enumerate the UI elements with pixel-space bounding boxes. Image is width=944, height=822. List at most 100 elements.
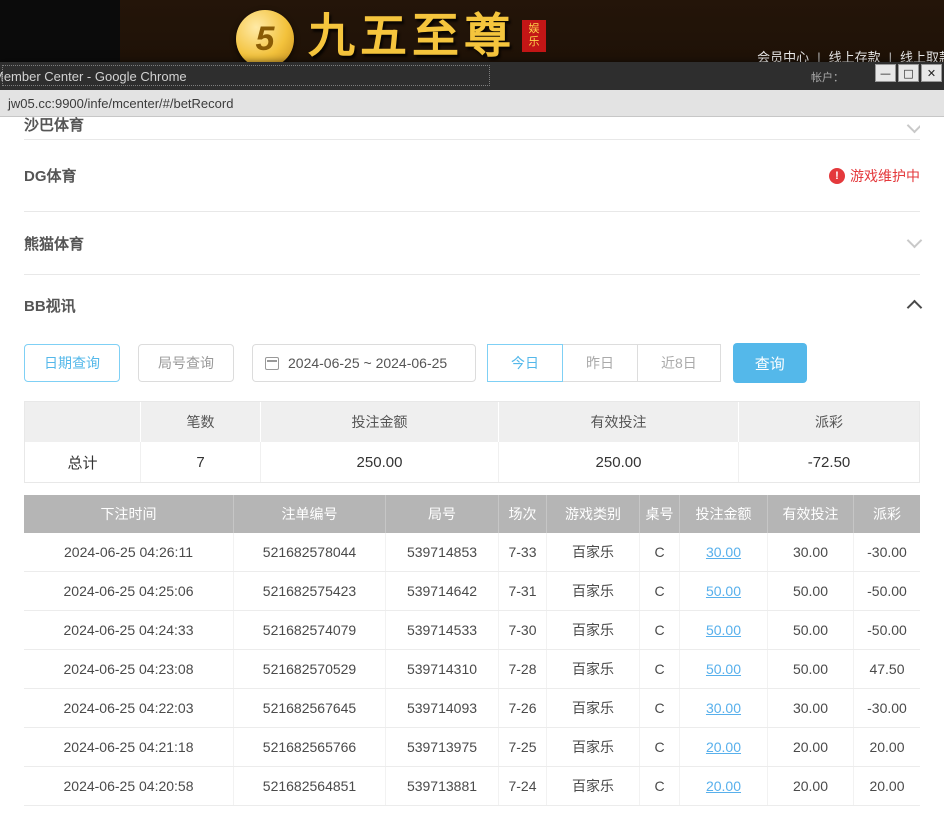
- url-bar[interactable]: jw05.cc:9900/infe/mcenter/#/betRecord: [0, 90, 944, 117]
- cell-time: 2024-06-25 04:25:06: [24, 572, 234, 610]
- cell-session: 7-28: [499, 650, 547, 688]
- close-button[interactable]: ✕: [921, 64, 942, 82]
- cell-payout: -50.00: [854, 572, 920, 610]
- cell-time: 2024-06-25 04:21:18: [24, 728, 234, 766]
- cell-round: 539714310: [386, 650, 499, 688]
- section-panda-sports[interactable]: 熊猫体育: [24, 212, 920, 275]
- window-controls: — □ ✕: [875, 64, 942, 82]
- col-valid-bet: 有效投注: [768, 495, 854, 533]
- section-dg-sports[interactable]: DG体育 ! 游戏维护中: [24, 140, 920, 212]
- cell-table: C: [640, 572, 680, 610]
- minimize-button[interactable]: —: [875, 64, 896, 82]
- logo-text: 九五至尊: [308, 4, 516, 70]
- cell-session: 7-26: [499, 689, 547, 727]
- bets-table: 下注时间 注单编号 局号 场次 游戏类别 桌号 投注金额 有效投注 派彩 202…: [24, 495, 920, 806]
- section-label: 熊猫体育: [24, 233, 84, 254]
- yesterday-button[interactable]: 昨日: [562, 344, 638, 382]
- cell-order: 521682575423: [234, 572, 386, 610]
- summary-col-bet: 投注金额: [261, 402, 499, 442]
- cell-game: 百家乐: [547, 611, 640, 649]
- cell-order: 521682570529: [234, 650, 386, 688]
- cell-order: 521682578044: [234, 533, 386, 571]
- badge-char: 娱: [524, 23, 544, 36]
- date-query-tab[interactable]: 日期查询: [24, 344, 120, 382]
- cell-session: 7-25: [499, 728, 547, 766]
- browser-title-bar[interactable]: Member Center - Google Chrome 帐户： — □ ✕: [0, 62, 944, 90]
- table-row: 2024-06-25 04:25:06 521682575423 5397146…: [24, 572, 920, 611]
- total-label: 总计: [25, 442, 141, 482]
- cell-payout: -30.00: [854, 689, 920, 727]
- col-game-type: 游戏类别: [547, 495, 640, 533]
- cell-game: 百家乐: [547, 533, 640, 571]
- cell-order: 521682567645: [234, 689, 386, 727]
- summary-col-count: 笔数: [141, 402, 261, 442]
- col-bet-time: 下注时间: [24, 495, 234, 533]
- summary-total-row: 总计 7 250.00 250.00 -72.50: [25, 442, 919, 482]
- bet-amount-link[interactable]: 50.00: [706, 583, 741, 599]
- cell-valid: 50.00: [768, 572, 854, 610]
- cell-session: 7-30: [499, 611, 547, 649]
- cell-valid: 30.00: [768, 689, 854, 727]
- cell-time: 2024-06-25 04:20:58: [24, 767, 234, 805]
- cell-time: 2024-06-25 04:26:11: [24, 533, 234, 571]
- cell-round: 539714093: [386, 689, 499, 727]
- last-8-days-button[interactable]: 近8日: [637, 344, 721, 382]
- cell-round: 539713975: [386, 728, 499, 766]
- cell-table: C: [640, 689, 680, 727]
- section-bb-video[interactable]: BB视讯: [24, 275, 920, 335]
- cell-session: 7-24: [499, 767, 547, 805]
- cell-order: 521682565766: [234, 728, 386, 766]
- search-button[interactable]: 查询: [733, 343, 807, 383]
- date-range-input[interactable]: 2024-06-25 ~ 2024-06-25: [252, 344, 476, 382]
- col-bet-amount: 投注金额: [680, 495, 768, 533]
- cell-time: 2024-06-25 04:24:33: [24, 611, 234, 649]
- cell-table: C: [640, 650, 680, 688]
- cell-time: 2024-06-25 04:23:08: [24, 650, 234, 688]
- bet-amount-link[interactable]: 30.00: [706, 700, 741, 716]
- total-payout: -72.50: [739, 442, 919, 482]
- maximize-button[interactable]: □: [898, 64, 919, 82]
- section-label: 沙巴体育: [24, 117, 84, 135]
- cell-table: C: [640, 767, 680, 805]
- bet-amount-link[interactable]: 50.00: [706, 622, 741, 638]
- gold-coin-icon: 5: [236, 10, 294, 68]
- table-row: 2024-06-25 04:23:08 521682570529 5397143…: [24, 650, 920, 689]
- warning-icon: !: [829, 168, 845, 184]
- maintenance-text: 游戏维护中: [850, 166, 920, 186]
- filter-toolbar: 日期查询 局号查询 2024-06-25 ~ 2024-06-25 今日 昨日 …: [24, 343, 920, 383]
- summary-col-blank: [25, 402, 141, 442]
- summary-col-valid: 有效投注: [499, 402, 739, 442]
- bet-amount-link[interactable]: 20.00: [706, 778, 741, 794]
- cell-table: C: [640, 728, 680, 766]
- section-label: DG体育: [24, 165, 77, 186]
- today-button[interactable]: 今日: [487, 344, 563, 382]
- total-bet: 250.00: [261, 442, 499, 482]
- cell-game: 百家乐: [547, 689, 640, 727]
- table-row: 2024-06-25 04:20:58 521682564851 5397138…: [24, 767, 920, 806]
- col-session: 场次: [499, 495, 547, 533]
- screen: 5 九五至尊 娱 乐 会员中心|线上存款|线上取款 Member Center …: [0, 0, 944, 822]
- url-text: jw05.cc:9900/infe/mcenter/#/betRecord: [8, 96, 233, 111]
- cell-table: C: [640, 533, 680, 571]
- bet-amount-link[interactable]: 30.00: [706, 544, 741, 560]
- col-round-no: 局号: [386, 495, 499, 533]
- bet-amount-link[interactable]: 20.00: [706, 739, 741, 755]
- section-saba-sports[interactable]: 沙巴体育: [24, 117, 920, 140]
- cell-game: 百家乐: [547, 767, 640, 805]
- window-title: Member Center - Google Chrome: [0, 69, 187, 84]
- table-row: 2024-06-25 04:24:33 521682574079 5397145…: [24, 611, 920, 650]
- calendar-icon: [265, 357, 279, 370]
- bet-record-page: 沙巴体育 DG体育 ! 游戏维护中 熊猫体育 BB视讯 日期查询: [0, 117, 944, 822]
- cell-payout: 47.50: [854, 650, 920, 688]
- bet-amount-link[interactable]: 50.00: [706, 661, 741, 677]
- cell-valid: 50.00: [768, 611, 854, 649]
- round-query-tab[interactable]: 局号查询: [138, 344, 234, 382]
- cell-payout: 20.00: [854, 728, 920, 766]
- coin-digit: 5: [256, 20, 275, 59]
- browser-window: Member Center - Google Chrome 帐户： — □ ✕ …: [0, 62, 944, 822]
- table-row: 2024-06-25 04:21:18 521682565766 5397139…: [24, 728, 920, 767]
- quick-date-group: 今日 昨日 近8日: [488, 344, 721, 382]
- total-count: 7: [141, 442, 261, 482]
- cell-time: 2024-06-25 04:22:03: [24, 689, 234, 727]
- cell-session: 7-33: [499, 533, 547, 571]
